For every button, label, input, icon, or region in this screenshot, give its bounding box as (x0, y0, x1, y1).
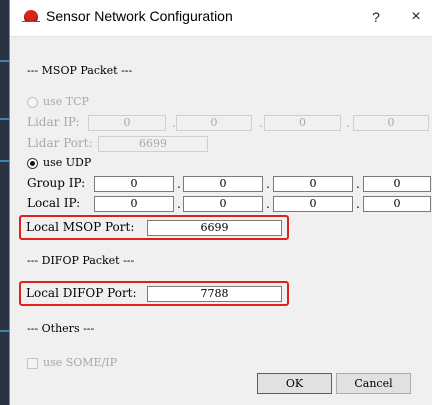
ip-dot: . (266, 197, 270, 211)
close-button[interactable]: × (402, 5, 430, 29)
local-msop-port-label: Local MSOP Port: (26, 220, 135, 234)
lidar-port-input[interactable]: 6699 (98, 136, 208, 152)
dialog-content: --- MSOP Packet --- use TCP Lidar IP: 0 … (10, 37, 432, 405)
local-ip-octet-2[interactable]: 0 (183, 196, 263, 212)
use-udp-label: use UDP (43, 156, 92, 169)
ip-dot: . (259, 116, 263, 130)
lidar-ip-octet-4[interactable]: 0 (353, 115, 429, 131)
cancel-button[interactable]: Cancel (336, 373, 411, 394)
help-button[interactable]: ? (362, 5, 390, 29)
ip-dot: . (266, 177, 270, 191)
app-logo-icon (22, 10, 40, 25)
use-someip-checkbox[interactable] (27, 358, 38, 369)
ip-dot: . (177, 197, 181, 211)
window-title: Sensor Network Configuration (46, 8, 233, 24)
lidar-ip-octet-2[interactable]: 0 (176, 115, 252, 131)
local-ip-octet-1[interactable]: 0 (94, 196, 174, 212)
ip-dot: . (177, 177, 181, 191)
sensor-network-dialog: Sensor Network Configuration ? × --- MSO… (9, 0, 432, 405)
lidar-ip-octet-3[interactable]: 0 (264, 115, 341, 131)
local-difop-port-label: Local DIFOP Port: (26, 286, 137, 300)
title-bar: Sensor Network Configuration ? × (10, 0, 432, 37)
difop-section-header: --- DIFOP Packet --- (27, 254, 135, 267)
use-someip-label: use SOME/IP (43, 356, 118, 369)
use-tcp-label: use TCP (43, 95, 89, 108)
local-msop-port-input[interactable]: 6699 (147, 220, 282, 236)
local-ip-octet-3[interactable]: 0 (273, 196, 353, 212)
msop-section-header: --- MSOP Packet --- (27, 64, 133, 77)
group-ip-octet-3[interactable]: 0 (273, 176, 353, 192)
lidar-ip-octet-1[interactable]: 0 (88, 115, 166, 131)
lidar-ip-label: Lidar IP: (27, 115, 80, 129)
use-udp-radio[interactable] (27, 158, 38, 169)
others-section-header: --- Others --- (27, 322, 95, 335)
ip-dot: . (356, 197, 360, 211)
group-ip-octet-1[interactable]: 0 (94, 176, 174, 192)
use-tcp-radio[interactable] (27, 97, 38, 108)
local-ip-label: Local IP: (27, 196, 81, 210)
lidar-port-label: Lidar Port: (27, 136, 93, 150)
group-ip-octet-2[interactable]: 0 (183, 176, 263, 192)
local-difop-port-input[interactable]: 7788 (147, 286, 282, 302)
local-ip-octet-4[interactable]: 0 (363, 196, 431, 212)
ip-dot: . (356, 177, 360, 191)
ip-dot: . (346, 116, 350, 130)
group-ip-label: Group IP: (27, 176, 86, 190)
group-ip-octet-4[interactable]: 0 (363, 176, 431, 192)
ok-button[interactable]: OK (257, 373, 332, 394)
